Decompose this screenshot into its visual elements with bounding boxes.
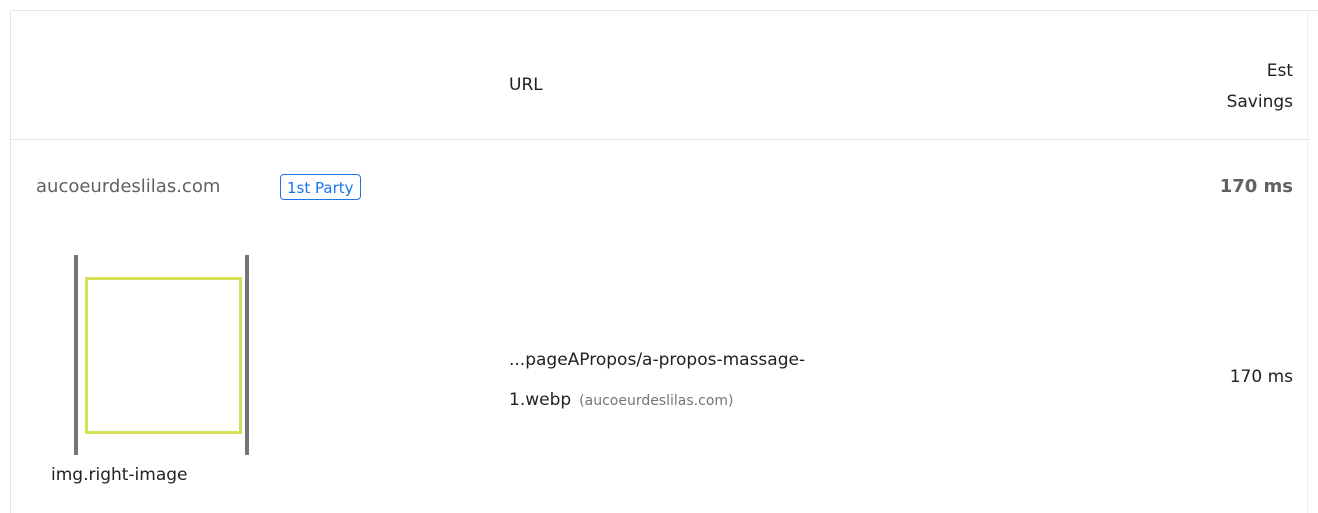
table-row[interactable]: img.right-image ...pageAPropos/a-propos-… <box>10 240 1310 513</box>
entity-name: aucoeurdeslilas.com <box>36 176 221 197</box>
resource-url[interactable]: ...pageAPropos/a-propos-massage- 1.webp (… <box>509 340 929 421</box>
est-savings-header-line2: Savings <box>1226 92 1293 112</box>
resource-origin: (aucoeurdeslilas.com) <box>579 393 734 409</box>
element-screenshot-thumbnail[interactable] <box>74 255 249 455</box>
element-highlight-box <box>85 277 242 434</box>
est-savings-column-header: Est Savings <box>1173 56 1293 118</box>
est-savings-header-line1: Est <box>1266 61 1293 81</box>
entity-group-savings: 170 ms <box>1219 176 1293 197</box>
resource-url-file-line: 1.webp (aucoeurdeslilas.com) <box>509 380 929 421</box>
first-party-badge: 1st Party <box>280 174 361 200</box>
entity-group-row: aucoeurdeslilas.com 1st Party 170 ms <box>10 140 1310 240</box>
table-header-row: URL Est Savings <box>10 10 1310 140</box>
resource-url-path: ...pageAPropos/a-propos-massage- <box>509 350 806 370</box>
item-savings: 170 ms <box>1229 367 1293 387</box>
node-selector-label[interactable]: img.right-image <box>51 465 188 485</box>
resource-url-file: 1.webp <box>509 390 572 410</box>
url-column-header: URL <box>509 75 543 95</box>
